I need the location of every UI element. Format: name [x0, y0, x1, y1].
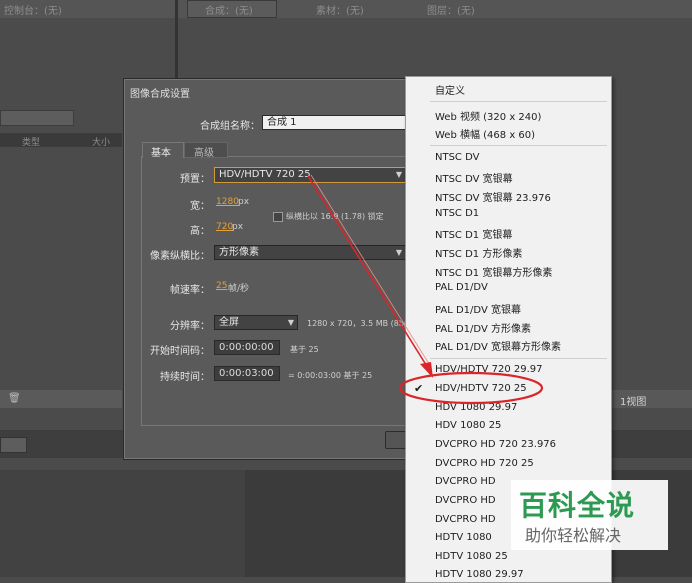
- project-search-field[interactable]: [0, 110, 74, 126]
- pixel-aspect-dropdown[interactable]: 方形像素 ▼: [214, 245, 406, 260]
- menu-item-ntsc-d1-wide-square[interactable]: NTSC D1 宽银幕方形像素: [435, 264, 552, 279]
- height-value[interactable]: 720: [216, 222, 233, 232]
- width-label: 宽：: [190, 201, 210, 212]
- comp-tab-label: 合成：(无): [205, 6, 253, 17]
- preset-value: HDV/HDTV 720 25: [219, 169, 311, 180]
- menu-item-pal-d1-dv-wide[interactable]: PAL D1/DV 宽银幕: [435, 301, 521, 316]
- watermark-sub: 助你轻松解决: [525, 526, 622, 545]
- menu-item-pal-d1-dv[interactable]: PAL D1/DV: [435, 282, 488, 293]
- start-timecode-base: 基于 25: [290, 345, 319, 354]
- watermark-logo: 百科全说 助你轻松解决: [511, 480, 668, 550]
- start-timecode-input[interactable]: 0:00:00:00: [214, 340, 280, 355]
- duration-value: 0:00:03:00: [219, 368, 274, 379]
- menu-separator: [430, 145, 607, 146]
- menu-item-ntsc-d1-square[interactable]: NTSC D1 方形像素: [435, 245, 522, 260]
- resolution-info: 1280 x 720，3.5 MB (8bpc: [307, 319, 414, 328]
- menu-item-ntsc-d1-wide[interactable]: NTSC D1 宽银幕: [435, 226, 512, 241]
- view-count-dropdown[interactable]: 1视图: [620, 393, 646, 408]
- menu-item-hdv-720-2997[interactable]: HDV/HDTV 720 29.97: [435, 364, 543, 375]
- lock-ratio-checkbox[interactable]: [273, 212, 283, 222]
- menu-item-ntsc-dv[interactable]: NTSC DV: [435, 152, 479, 163]
- start-timecode-value: 0:00:00:00: [219, 342, 274, 353]
- project-col-size: 大小: [92, 138, 111, 148]
- menu-item-ntsc-d1[interactable]: NTSC D1: [435, 208, 479, 219]
- control-panel-tab[interactable]: 控制台：(无): [4, 2, 62, 17]
- resolution-label: 分辨率：: [170, 321, 210, 332]
- resolution-dropdown[interactable]: 全屏 ▼: [214, 315, 298, 330]
- duration-input[interactable]: 0:00:03:00: [214, 366, 280, 381]
- duration-info: = 0:00:03:00 基于 25: [288, 371, 373, 380]
- menu-item-dvcpro-hd-b[interactable]: DVCPRO HD: [435, 495, 496, 506]
- menu-item-ntsc-dv-wide-23976[interactable]: NTSC DV 宽银幕 23.976: [435, 189, 551, 204]
- width-unit: px: [238, 197, 250, 207]
- menu-item-hdv-1080-25[interactable]: HDV 1080 25: [435, 420, 501, 431]
- preset-dropdown[interactable]: HDV/HDTV 720 25 ▼: [214, 167, 406, 183]
- tab-basic-label: 基本: [151, 148, 171, 159]
- comp-name-value: 合成 1: [267, 117, 297, 128]
- timeline-search[interactable]: [0, 437, 27, 453]
- lock-ratio-label: 纵横比以 16:9 (1.78) 锁定: [286, 212, 384, 221]
- checkmark-icon: ✔: [414, 382, 424, 395]
- footage-tab[interactable]: 素材：(无): [316, 2, 364, 17]
- width-value[interactable]: 1280: [216, 197, 239, 207]
- menu-item-hdv-1080-2997[interactable]: HDV 1080 29.97: [435, 402, 517, 413]
- menu-item-dvcpro-hd-c[interactable]: DVCPRO HD: [435, 514, 496, 525]
- layer-tab[interactable]: 图层：(无): [427, 2, 475, 17]
- chevron-down-icon: ▼: [395, 170, 402, 179]
- start-timecode-label: 开始时间码：: [150, 346, 210, 357]
- menu-item-dvcpro-hd-a[interactable]: DVCPRO HD: [435, 476, 496, 487]
- menu-item-dvcpro-720-25[interactable]: DVCPRO HD 720 25: [435, 458, 534, 469]
- menu-separator: [430, 101, 607, 102]
- menu-item-ntsc-dv-wide[interactable]: NTSC DV 宽银幕: [435, 170, 513, 185]
- menu-separator: [430, 358, 607, 359]
- pixel-aspect-label: 像素纵横比：: [150, 251, 210, 262]
- frame-rate-unit: 帧/秒: [228, 284, 250, 294]
- menu-item-pal-d1-dv-square[interactable]: PAL D1/DV 方形像素: [435, 320, 531, 335]
- menu-item-dvcpro-720-23976[interactable]: DVCPRO HD 720 23.976: [435, 439, 556, 450]
- duration-label: 持续时间：: [160, 372, 210, 383]
- menu-item-hdv-720-25[interactable]: HDV/HDTV 720 25: [435, 383, 527, 394]
- resolution-value: 全屏: [219, 317, 239, 328]
- project-col-type: 类型: [22, 138, 41, 148]
- menu-item-hdtv-1080-2997[interactable]: HDTV 1080 29.97: [435, 569, 524, 580]
- comp-name-label: 合成组名称：: [200, 121, 260, 132]
- pixel-aspect-value: 方形像素: [219, 247, 259, 258]
- menu-item-custom[interactable]: 自定义: [435, 82, 465, 97]
- preset-label: 预置：: [180, 174, 210, 185]
- dialog-title: 图像合成设置: [130, 89, 190, 100]
- trash-icon[interactable]: 🗑: [8, 393, 21, 404]
- height-label: 高：: [190, 226, 210, 237]
- watermark-main: 百科全说: [519, 489, 636, 522]
- chevron-down-icon: ▼: [395, 248, 402, 257]
- menu-item-hdtv-1080-25[interactable]: HDTV 1080 25: [435, 551, 508, 562]
- tab-advanced-label: 高级: [194, 148, 214, 159]
- menu-item-hdtv-1080[interactable]: HDTV 1080: [435, 532, 492, 543]
- height-unit: px: [232, 222, 244, 232]
- menu-item-pal-d1-dv-wide-square[interactable]: PAL D1/DV 宽银幕方形像素: [435, 338, 561, 353]
- comp-name-input[interactable]: 合成 1: [262, 115, 407, 130]
- frame-rate-label: 帧速率：: [170, 285, 210, 296]
- frame-rate-value[interactable]: 25: [216, 281, 227, 291]
- menu-item-web-video[interactable]: Web 视频 (320 x 240): [435, 108, 541, 123]
- chevron-down-icon: ▼: [287, 318, 294, 327]
- menu-item-web-banner[interactable]: Web 横幅 (468 x 60): [435, 126, 535, 141]
